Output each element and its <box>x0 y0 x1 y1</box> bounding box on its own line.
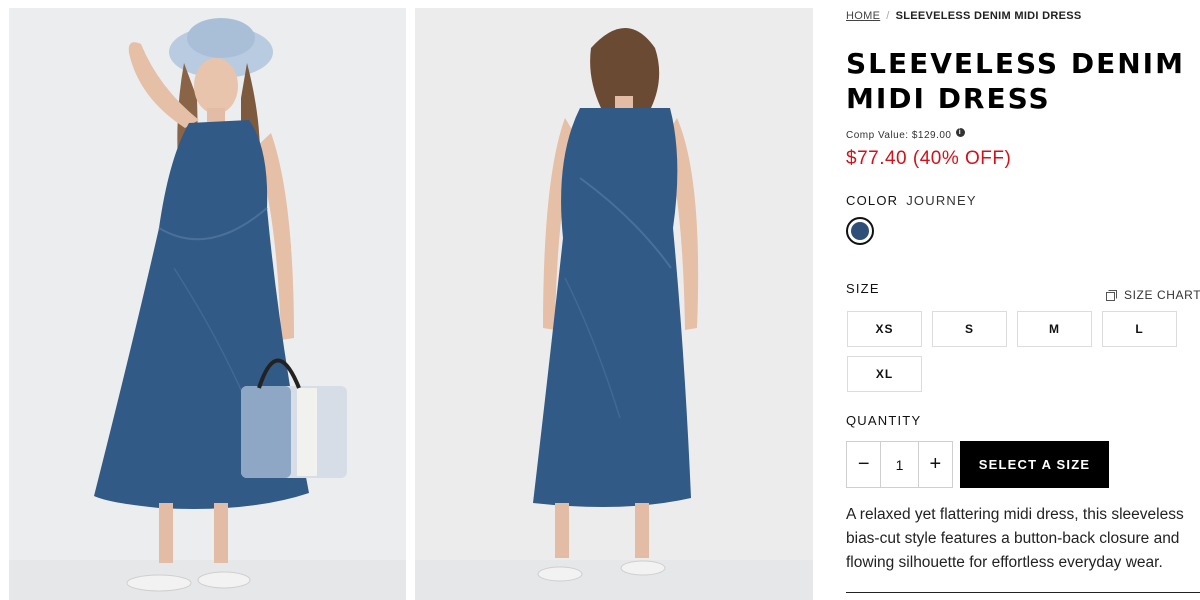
product-title: SLEEVELESS DENIM MIDI DRESS <box>846 47 1185 115</box>
size-option-l[interactable]: L <box>1102 311 1177 347</box>
breadcrumb-separator: / <box>886 10 890 22</box>
model-front-illustration <box>94 18 347 592</box>
size-label: SIZE <box>846 281 880 296</box>
color-value: JOURNEY <box>906 193 977 208</box>
quantity-stepper: − 1 + <box>846 441 953 488</box>
size-option-s[interactable]: S <box>932 311 1007 347</box>
quantity-increase-button[interactable]: + <box>919 442 952 487</box>
size-chart-icon <box>1106 289 1117 301</box>
quantity-value[interactable]: 1 <box>880 442 919 487</box>
color-label: COLOR <box>846 193 899 208</box>
select-size-button[interactable]: SELECT A SIZE <box>960 441 1109 488</box>
model-back-illustration <box>533 28 699 582</box>
sale-price: $77.40 (40% OFF) <box>846 148 1012 169</box>
product-image-back[interactable] <box>415 8 813 600</box>
comp-value: Comp Value: $129.00 i <box>846 128 965 141</box>
size-option-xl[interactable]: XL <box>847 356 922 392</box>
product-description: A relaxed yet flattering midi dress, thi… <box>846 506 1184 571</box>
product-image-front[interactable] <box>9 8 406 600</box>
breadcrumb: HOME / SLEEVELESS DENIM MIDI DRESS <box>846 10 1082 22</box>
size-option-m[interactable]: M <box>1017 311 1092 347</box>
quantity-decrease-button[interactable]: − <box>847 442 880 487</box>
size-chart-link[interactable]: SIZE CHART <box>1106 288 1200 302</box>
color-row: COLOR JOURNEY <box>846 193 977 208</box>
color-swatch-fill <box>851 222 869 240</box>
color-swatch-journey[interactable] <box>846 217 874 245</box>
quantity-label: QUANTITY <box>846 413 922 428</box>
size-chart-label: SIZE CHART <box>1124 288 1200 302</box>
size-option-xs[interactable]: XS <box>847 311 922 347</box>
breadcrumb-current: SLEEVELESS DENIM MIDI DRESS <box>895 10 1082 22</box>
info-icon[interactable]: i <box>955 128 965 137</box>
comp-value-text: Comp Value: $129.00 <box>846 130 952 141</box>
breadcrumb-home-link[interactable]: HOME <box>846 10 880 22</box>
divider <box>846 592 1200 593</box>
